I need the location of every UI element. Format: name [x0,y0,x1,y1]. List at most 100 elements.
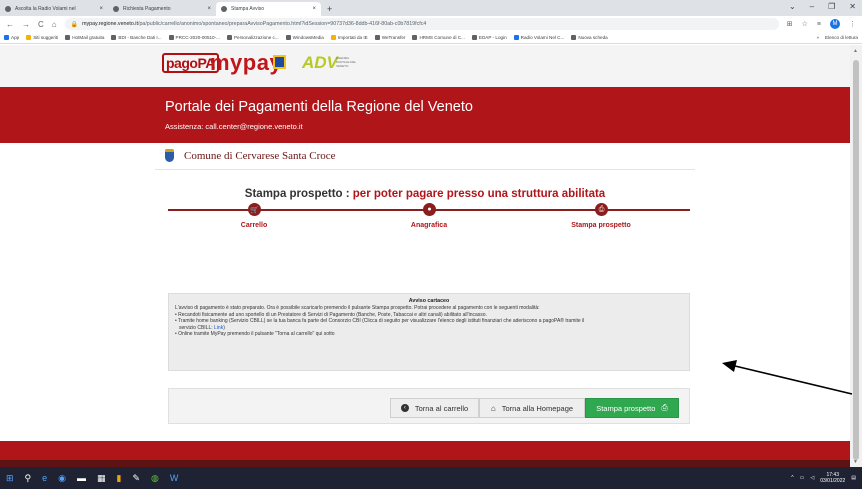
tab-radio[interactable]: Ascolta la Radio Volami nel × [0,2,108,16]
back-to-homepage-button[interactable]: ⌂ Torna alla Homepage [479,398,585,418]
regione-veneto-logo-icon [273,55,286,69]
search-icon[interactable]: ⚲ [25,473,32,484]
word-icon[interactable]: W [170,473,179,483]
bookmark-label: Personalizzazione c... [233,35,279,40]
bookmark-icon [65,35,71,40]
commune-header: Comune di Cervarese Santa Croce [165,149,336,162]
bookmark-item[interactable]: WeTransfer [374,35,405,40]
tray-chevron-icon[interactable]: ^ [791,475,793,481]
notice-intro: L'avviso di pagamento è stato preparato.… [175,305,540,311]
bookmark-icon [571,35,577,40]
forward-arrow-icon[interactable]: → [22,20,30,29]
bookmark-item[interactable]: App [4,35,19,40]
bookmark-icon [471,35,477,40]
reload-icon[interactable]: C [38,20,44,29]
print-icon: ⎙ [595,203,608,216]
user-icon: ● [423,203,436,216]
bookmark-icon [26,35,32,40]
tab-search-icon[interactable]: ⌄ [789,2,796,11]
url-field[interactable]: 🔒 mypay.regione.veneto.it/pa/public/carr… [64,18,779,30]
footer-dark-strip [0,460,850,467]
mail-icon[interactable]: ▬ [77,473,86,483]
bookmark-item[interactable]: Importati da IE [330,35,368,40]
bookmark-label: BDI - Banche Dati I... [118,35,162,40]
tab-stampa-avviso[interactable]: Stampa Avviso × [216,2,321,16]
bookmark-item[interactable]: Personalizzazione c... [226,35,279,40]
cbill-link[interactable]: Link [214,325,223,331]
bookmark-item[interactable]: Nuova scheda [571,35,608,40]
adv-logo: ADV [302,53,338,72]
bookmark-label: EDAP - Login [478,35,507,40]
menu-icon[interactable]: ⋮ [849,20,856,28]
home-icon[interactable]: ⌂ [52,20,57,29]
printer-icon: ⎙ [661,403,668,412]
close-tab-icon[interactable]: × [312,6,316,12]
bookmark-icon [330,35,336,40]
profile-avatar[interactable]: M [830,19,840,29]
scroll-down-icon[interactable]: ▼ [853,459,858,465]
bookmark-item[interactable]: WindowsMedia [285,35,324,40]
minimize-icon[interactable]: – [810,2,814,11]
home-icon: ⌂ [490,403,496,413]
calculator-icon[interactable]: ▦ [97,473,106,484]
install-icon[interactable]: ⊞ [787,20,793,28]
clock[interactable]: 17:43 03/01/2022 [820,472,845,484]
notice-bullet-homebanking: • Tramite home banking (Servizio CBILL) … [175,318,585,325]
bookmark-item[interactable]: Siti suggeriti [26,35,58,40]
bookmark-item[interactable]: EDAP - Login [471,35,507,40]
tab-title: Ascolta la Radio Volami nel [15,6,76,12]
chrome-icon[interactable]: ◍ [151,473,159,484]
back-arrow-icon[interactable]: ← [6,20,14,29]
notifications-icon[interactable]: ▤ [851,475,856,481]
reading-list-button[interactable]: Elenco di lettura [825,35,858,40]
close-tab-icon[interactable]: × [99,6,103,12]
bookmark-item[interactable]: HRMS Comune di C... [412,35,465,40]
back-to-homepage-label: Torna alla Homepage [501,403,574,413]
bookmark-icon [374,35,380,40]
bookmark-item[interactable]: PRCC-2020-00510-... [168,35,220,40]
close-window-icon[interactable]: ✕ [849,2,856,11]
bookmark-item[interactable]: BDI - Banche Dati I... [111,35,162,40]
bookmark-icon [168,35,174,40]
close-tab-icon[interactable]: × [207,6,211,12]
bookmark-icon [285,35,291,40]
bookmark-icon [513,35,519,40]
step-label-anagrafica: Anagrafica [410,222,448,229]
bookmark-item[interactable]: Radio Volami Nel C... [513,35,564,40]
bookmark-label: WindowsMedia [292,35,324,40]
print-prospect-label: Stampa prospetto [596,403,656,413]
bookmark-label: Nuova scheda [578,35,608,40]
maximize-icon[interactable]: ❐ [828,2,835,11]
portal-title: Portale dei Pagamenti della Regione del … [165,99,473,115]
bookmark-label: PRCC-2020-00510-... [175,35,220,40]
bookmark-icon [4,35,9,40]
tab-richiesta-pagamento[interactable]: Richiesta Pagamento × [108,2,216,16]
divider [155,169,695,170]
volume-icon[interactable]: ◁ [810,475,814,481]
windows-start-icon[interactable]: ⊞ [6,473,14,484]
new-tab-button[interactable]: + [321,2,338,16]
notice-bullet-online: • Online tramite MyPay premendo il pulsa… [175,331,335,338]
extensions-icon[interactable]: ≡ [817,21,821,28]
print-prospect-button[interactable]: Stampa prospetto ⎙ [585,398,679,418]
edge-browser-icon[interactable]: e [42,473,47,483]
scroll-up-icon[interactable]: ▲ [853,48,858,54]
feather-app-icon[interactable]: ✎ [132,473,140,484]
scroll-thumb[interactable] [853,60,859,460]
url-host: mypay.regione.veneto.it [82,21,138,27]
people-icon[interactable]: ◉ [58,473,66,484]
notice-title: Avviso cartaceo [408,298,450,304]
page-scrollbar[interactable]: ▲ ▼ [850,45,862,467]
url-path: /pa/public/carrello/anonimo/spontaneo/pr… [137,21,427,27]
back-to-cart-button[interactable]: ‹ Torna al carrello [390,398,479,418]
screen: Ascolta la Radio Volami nel × Richiesta … [0,0,862,489]
system-tray: ^ ▭ ◁ 17:43 03/01/2022 ▤ [791,472,856,484]
payment-notice-box: Avviso cartaceo L'avviso di pagamento è … [168,293,690,371]
network-icon[interactable]: ▭ [800,475,805,481]
bookmarks-more-icon[interactable]: » [816,35,819,40]
window-controls: ⌄ – ❐ ✕ [789,2,856,11]
file-explorer-icon[interactable]: ▮ [117,473,122,484]
star-icon[interactable]: ☆ [802,20,808,28]
cart-icon: 🛒 [248,203,261,216]
bookmark-item[interactable]: HotMail gratuita [65,35,104,40]
